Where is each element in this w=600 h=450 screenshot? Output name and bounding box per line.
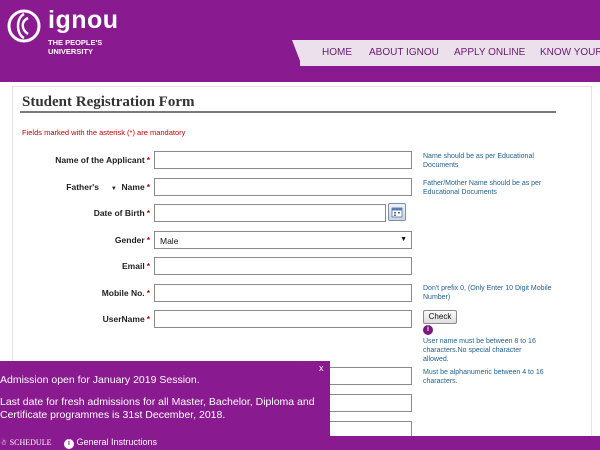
required-asterisk: * xyxy=(146,288,150,298)
required-asterisk: * xyxy=(146,314,150,324)
applicant-name-hint: Name should be as per Educational Docume… xyxy=(423,153,534,169)
username-hint: User name must be between 8 to 16 charac… xyxy=(423,338,536,363)
ignou-emblem-icon xyxy=(7,9,41,43)
gender-label: Gender * xyxy=(114,235,150,245)
applicant-name-input[interactable] xyxy=(154,151,412,169)
calendar-icon[interactable] xyxy=(388,203,406,221)
dob-input[interactable] xyxy=(154,204,386,222)
popup-message: Last date for fresh admissions for all M… xyxy=(0,396,315,421)
mandatory-note: Fields marked with the asterisk (*) are … xyxy=(22,128,186,137)
chevron-down-icon: ▼ xyxy=(110,186,117,192)
check-username-button[interactable]: Check xyxy=(423,310,457,324)
popup-headline: Admission open for January 2019 Session. xyxy=(0,374,200,386)
required-asterisk: * xyxy=(146,155,150,165)
footer-bar xyxy=(330,436,600,450)
username-label: UserName * xyxy=(102,314,150,324)
mobile-input[interactable] xyxy=(154,284,412,302)
general-instructions-link[interactable]: i General Instructions xyxy=(64,437,157,449)
close-icon[interactable]: x xyxy=(319,363,324,373)
father-name-input[interactable] xyxy=(154,178,412,196)
info-icon[interactable]: i xyxy=(423,325,433,335)
calendar-glyph xyxy=(391,207,403,218)
applicant-name-label: Name of the Applicant * xyxy=(55,155,150,165)
nav-apply-online[interactable]: APPLY ONLINE xyxy=(454,47,525,58)
email-label: Email * xyxy=(122,261,150,271)
nav-know-your[interactable]: KNOW YOUR xyxy=(540,47,600,58)
title-divider xyxy=(20,111,556,113)
chevron-down-icon: ▼ xyxy=(400,236,407,243)
schedule-link[interactable]: ☃ SCHEDULE xyxy=(0,437,51,447)
gender-select[interactable]: Male ▼ xyxy=(154,231,412,249)
dob-label: Date of Birth * xyxy=(93,208,150,218)
relation-select[interactable]: Father's ▼ xyxy=(66,182,117,192)
mobile-hint: Don't prefix 0, (Only Enter 10 Digit Mob… xyxy=(423,285,552,301)
nav-about-ignou[interactable]: ABOUT IGNOU xyxy=(369,47,439,58)
required-asterisk: * xyxy=(146,261,150,271)
gender-select-value: Male xyxy=(160,236,179,246)
father-name-label: Father's ▼ Name * xyxy=(66,182,150,192)
required-asterisk: * xyxy=(146,208,150,218)
logo-subtitle: THE PEOPLE'S UNIVERSITY xyxy=(48,38,103,56)
mobile-label: Mobile No. * xyxy=(101,288,150,298)
required-asterisk: * xyxy=(146,235,150,245)
schedule-icon: ☃ xyxy=(0,438,8,447)
page-title: Student Registration Form xyxy=(22,94,195,110)
info-icon: i xyxy=(64,439,74,449)
username-input[interactable] xyxy=(154,310,412,328)
password-hint: Must be alphanumeric between 4 to 16 cha… xyxy=(423,369,544,385)
logo-name: ignou xyxy=(48,6,119,34)
nav-home[interactable]: HOME xyxy=(322,47,352,58)
father-name-hint: Father/Mother Name should be as per Educ… xyxy=(423,180,542,196)
required-asterisk: * xyxy=(146,182,150,192)
email-field[interactable] xyxy=(154,257,412,275)
